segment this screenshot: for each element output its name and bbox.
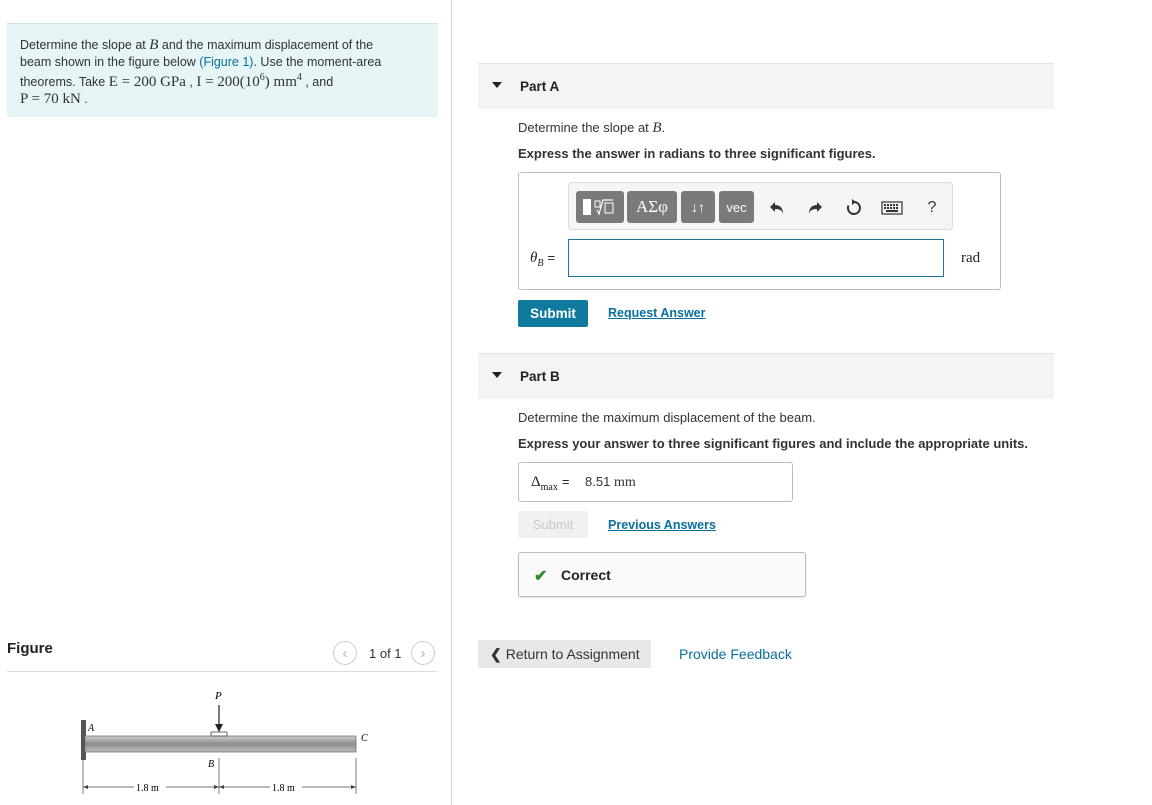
vector-button[interactable]: vec <box>719 191 754 223</box>
figure-divider <box>7 671 437 672</box>
problem-statement: Determine the slope at B and the maximum… <box>7 23 438 117</box>
collapse-triangle-icon[interactable] <box>492 372 502 378</box>
theta-b-label: θB = <box>530 250 556 269</box>
I-expression: I = 200(106) mm4 <box>196 72 302 90</box>
part-b-answer-box: Δmax = 8.51 mm <box>518 462 793 502</box>
delta-max-value: 8.51 mm <box>585 474 636 490</box>
theta-b-input[interactable] <box>568 239 944 277</box>
problem-line-3: theorems. Take E = 200 GPa , I = 200(106… <box>20 72 334 90</box>
beam <box>84 735 357 753</box>
subscript-superscript-button[interactable]: ↓↑ <box>681 191 715 223</box>
help-icon[interactable]: ? <box>921 198 943 218</box>
previous-answers-link[interactable]: Previous Answers <box>608 518 716 532</box>
templates-button[interactable] <box>576 191 624 223</box>
part-a-submit-button[interactable]: Submit <box>518 300 588 327</box>
checkmark-icon: ✔ <box>534 568 548 585</box>
problem-line-2: beam shown in the figure below (Figure 1… <box>20 54 382 69</box>
figure-heading: Figure <box>7 640 53 657</box>
P-expression: P = 70 kN <box>20 90 81 107</box>
figure-link[interactable]: (Figure 1) <box>199 55 253 69</box>
point-B-label: B <box>208 759 214 770</box>
greek-symbols-button[interactable]: ΑΣφ <box>627 191 677 223</box>
part-a-title: Part A <box>520 79 560 94</box>
feedback-box: ✔ Correct <box>518 552 806 597</box>
E-expression: E = 200 GPa <box>108 74 186 90</box>
load-plate <box>210 731 228 737</box>
problem-line-4: P = 70 kN . <box>20 90 88 107</box>
collapse-triangle-icon[interactable] <box>492 82 502 88</box>
part-b-title: Part B <box>520 369 560 384</box>
part-a-instruction: Express the answer in radians to three s… <box>518 146 876 161</box>
load-arrow-head <box>215 724 223 732</box>
part-a-answer-box: ΑΣφ ↓↑ vec ? θB = rad <box>518 172 1001 290</box>
part-b-header[interactable]: Part B <box>478 353 1054 399</box>
request-answer-link[interactable]: Request Answer <box>608 306 705 320</box>
chevron-right-icon[interactable]: › <box>411 641 435 665</box>
problem-line-1: Determine the slope at B and the maximum… <box>20 37 374 53</box>
column-divider <box>451 0 452 805</box>
delta-max-label: Δmax = <box>531 474 570 493</box>
keyboard-icon[interactable] <box>881 198 903 218</box>
unit-label: rad <box>961 250 981 266</box>
reset-icon[interactable] <box>843 198 865 218</box>
chevron-left-icon[interactable]: ‹ <box>333 641 357 665</box>
undo-icon[interactable] <box>766 198 788 218</box>
templates-icon <box>583 199 614 216</box>
point-C-label: C <box>361 733 368 744</box>
part-a-question: Determine the slope at B. <box>518 120 666 136</box>
figure-count: 1 of 1 <box>369 646 402 661</box>
point-A-label: A <box>87 723 95 734</box>
dimension-2: 1.8 m <box>272 783 295 794</box>
part-b-question: Determine the maximum displacement of th… <box>518 410 816 425</box>
return-to-assignment-button[interactable]: ❮ Return to Assignment <box>478 640 651 668</box>
feedback-text: Correct <box>561 567 611 583</box>
part-a-header[interactable]: Part A <box>478 63 1054 109</box>
provide-feedback-link[interactable]: Provide Feedback <box>679 646 792 662</box>
chevron-left-icon: ❮ <box>490 645 502 662</box>
part-b-submit-button[interactable]: Submit <box>518 511 588 538</box>
dimension-1: 1.8 m <box>136 783 159 794</box>
load-label: P <box>214 690 222 702</box>
redo-icon[interactable] <box>804 198 826 218</box>
part-b-instruction: Express your answer to three significant… <box>518 436 1028 451</box>
beam-figure: P A C B 1.8 m 1.8 m <box>81 690 368 794</box>
math-toolbar: ΑΣφ ↓↑ vec ? <box>568 182 953 230</box>
